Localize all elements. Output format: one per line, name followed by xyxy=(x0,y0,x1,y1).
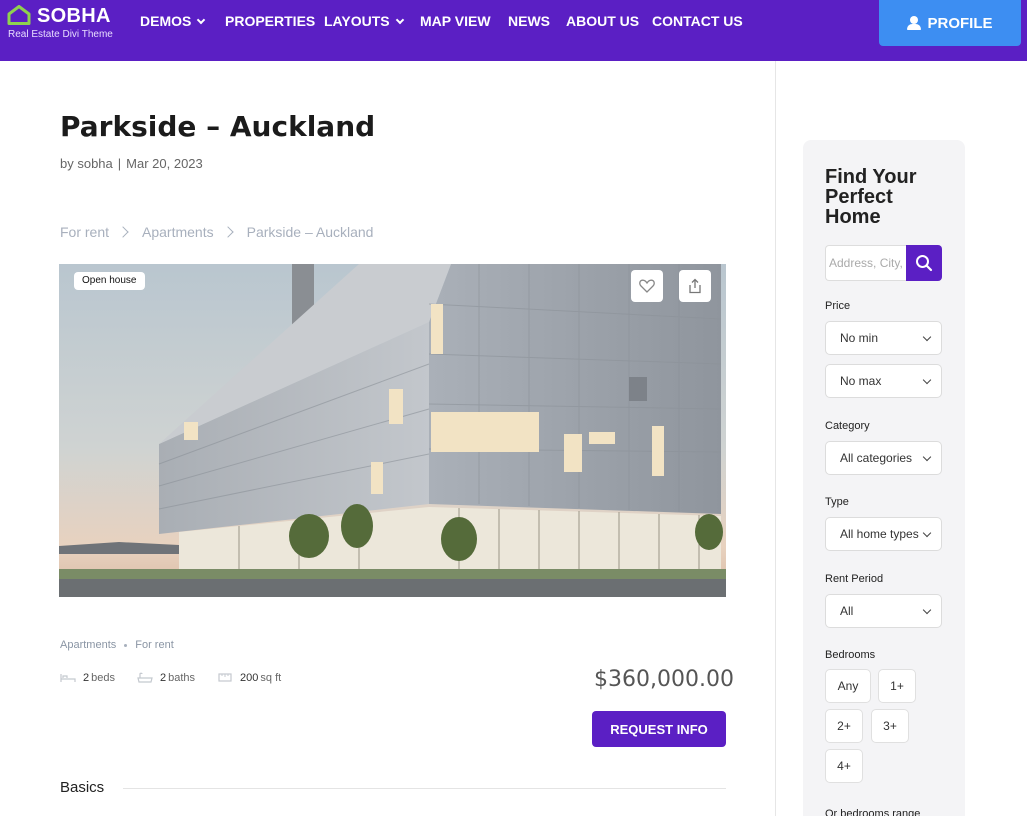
bedrooms-label: Bedrooms xyxy=(825,649,876,661)
type-value: All home types xyxy=(840,527,919,541)
nav-properties-label: PROPERTIES xyxy=(225,13,316,29)
breadcrumb-for-rent[interactable]: For rent xyxy=(60,224,109,240)
location-search-input[interactable] xyxy=(825,245,907,281)
category-label: Category xyxy=(825,420,870,432)
area-icon xyxy=(218,673,232,682)
price-max-value: No max xyxy=(840,374,882,388)
listing-features: 2 beds 2 baths 200 sq ft xyxy=(60,672,303,684)
nav-contact-us[interactable]: CONTACT US xyxy=(652,12,743,30)
bedrooms-2-plus[interactable]: 2+ xyxy=(825,709,863,743)
area-unit: sq ft xyxy=(260,672,282,684)
baths-unit: baths xyxy=(168,672,196,684)
tag-separator xyxy=(124,643,128,647)
feature-beds: 2 beds xyxy=(60,672,115,684)
breadcrumb: For rent Apartments Parkside – Auckland xyxy=(60,224,373,240)
rent-period-value: All xyxy=(840,604,854,618)
basics-divider xyxy=(123,788,726,789)
bed-icon xyxy=(60,674,76,682)
nav-demos-label: DEMOS xyxy=(140,13,192,29)
logo-tagline: Real Estate Divi Theme xyxy=(8,29,113,40)
chevron-down-icon xyxy=(197,15,206,24)
price-label: Price xyxy=(825,300,851,312)
type-select[interactable]: All home types xyxy=(825,517,942,551)
chevron-down-icon xyxy=(922,528,932,538)
nav-about-us[interactable]: ABOUT US xyxy=(566,12,652,30)
nav-news-label: NEWS xyxy=(508,13,550,29)
area-value: 200 xyxy=(240,672,259,684)
rent-period-select[interactable]: All xyxy=(825,594,942,628)
post-date: Mar 20, 2023 xyxy=(126,156,203,171)
beds-unit: beds xyxy=(91,672,115,684)
bedrooms-any[interactable]: Any xyxy=(825,669,871,703)
listing-price: $360,000.00 xyxy=(594,667,734,692)
meta-separator: | xyxy=(117,156,122,171)
search-button[interactable] xyxy=(906,245,942,281)
chevron-down-icon xyxy=(922,375,932,385)
nav-demos[interactable]: DEMOS xyxy=(140,12,225,30)
breadcrumb-current: Parkside – Auckland xyxy=(246,224,374,240)
house-outline-icon xyxy=(7,5,31,25)
tag-apartments[interactable]: Apartments xyxy=(60,639,116,651)
logo-name: SOBHA xyxy=(37,5,111,27)
bedrooms-1-plus[interactable]: 1+ xyxy=(878,669,916,703)
nav-properties[interactable]: PROPERTIES xyxy=(225,12,324,30)
chevron-down-icon xyxy=(395,15,404,24)
post-meta: by sobha | Mar 20, 2023 xyxy=(60,156,203,172)
request-info-button[interactable]: REQUEST INFO xyxy=(592,711,726,747)
feature-area: 200 sq ft xyxy=(217,672,281,684)
profile-button[interactable]: PROFILE xyxy=(879,0,1021,46)
listing-tags: Apartments For rent xyxy=(60,639,174,651)
nav-news[interactable]: NEWS xyxy=(508,12,566,30)
bedrooms-range-label: Or bedrooms range xyxy=(825,808,921,816)
search-icon xyxy=(916,255,933,272)
share-button[interactable] xyxy=(679,270,711,302)
chevron-down-icon xyxy=(922,452,932,462)
nav-map-view-label: MAP VIEW xyxy=(420,13,491,29)
price-max-select[interactable]: No max xyxy=(825,364,942,398)
chevron-down-icon xyxy=(922,332,932,342)
nav-layouts[interactable]: LAYOUTS xyxy=(324,12,420,30)
user-icon xyxy=(907,16,922,30)
favorite-button[interactable] xyxy=(631,270,663,302)
post-author[interactable]: by sobha xyxy=(60,156,113,171)
bath-icon xyxy=(137,672,153,683)
breadcrumb-apartments[interactable]: Apartments xyxy=(142,224,214,240)
bedrooms-4-plus[interactable]: 4+ xyxy=(825,749,863,783)
tag-for-rent[interactable]: For rent xyxy=(135,639,174,651)
sidebar-title: Find Your Perfect Home xyxy=(825,166,917,228)
type-label: Type xyxy=(825,496,849,508)
chevron-right-icon xyxy=(117,226,129,238)
property-photo[interactable] xyxy=(59,264,726,597)
site-logo[interactable]: SOBHA Real Estate Divi Theme xyxy=(7,4,122,44)
chevron-down-icon xyxy=(922,605,932,615)
column-divider xyxy=(775,61,776,816)
beds-count: 2 xyxy=(83,672,90,684)
profile-button-label: PROFILE xyxy=(927,14,993,32)
building-illustration xyxy=(59,264,726,597)
category-select[interactable]: All categories xyxy=(825,441,942,475)
nav-layouts-label: LAYOUTS xyxy=(324,13,390,29)
price-min-value: No min xyxy=(840,331,879,345)
site-header: SOBHA Real Estate Divi Theme DEMOS PROPE… xyxy=(0,0,1027,61)
nav-about-us-label: ABOUT US xyxy=(566,13,640,29)
chevron-right-icon xyxy=(221,226,234,238)
main-nav: DEMOS PROPERTIES LAYOUTS MAP VIEW NEWS A… xyxy=(140,12,743,30)
heart-icon xyxy=(639,279,655,293)
bedrooms-3-plus[interactable]: 3+ xyxy=(871,709,909,743)
rent-period-label: Rent Period xyxy=(825,573,884,585)
baths-count: 2 xyxy=(159,672,167,684)
nav-map-view[interactable]: MAP VIEW xyxy=(420,12,508,30)
nav-contact-us-label: CONTACT US xyxy=(652,13,743,29)
feature-baths: 2 baths xyxy=(137,672,195,684)
category-value: All categories xyxy=(840,451,913,465)
share-icon xyxy=(689,278,701,294)
location-search xyxy=(825,245,942,281)
price-min-select[interactable]: No min xyxy=(825,321,942,355)
open-house-badge: Open house xyxy=(74,272,145,290)
basics-heading: Basics xyxy=(60,779,105,796)
page-title: Parkside – Auckland xyxy=(60,110,376,143)
